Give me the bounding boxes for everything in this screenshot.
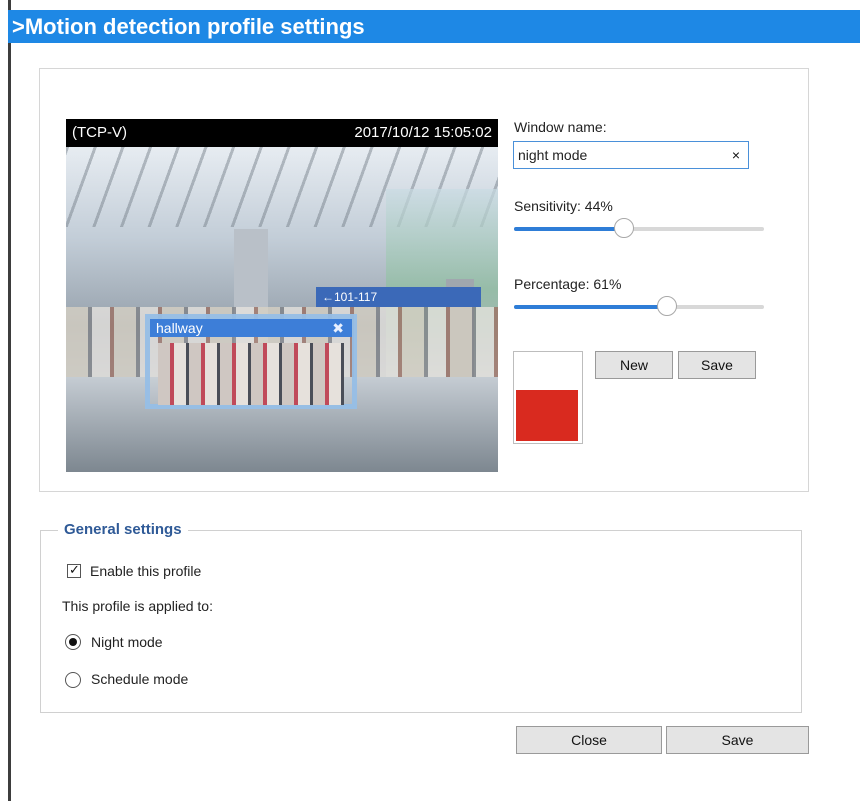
video-header: (TCP-V) 2017/10/12 15:05:02: [66, 119, 498, 147]
new-window-button[interactable]: New: [595, 351, 673, 379]
close-button[interactable]: Close: [516, 726, 662, 754]
sensitivity-fill: [514, 227, 624, 231]
schedule-mode-radio[interactable]: [65, 672, 81, 688]
motion-window-title[interactable]: hallway ✖: [150, 319, 352, 337]
color-swatch: [513, 351, 583, 444]
scene-sign: ←101-117: [316, 287, 481, 307]
page-title: >Motion detection profile settings: [8, 10, 860, 43]
schedule-mode-label: Schedule mode: [91, 671, 189, 687]
camera-label: (TCP-V): [72, 124, 127, 141]
percentage-thumb[interactable]: [657, 296, 677, 316]
night-mode-label: Night mode: [91, 634, 163, 650]
percentage-label: Percentage: 61%: [514, 276, 622, 292]
radio-selected-dot: [69, 638, 77, 646]
sensitivity-label: Sensitivity: 44%: [514, 198, 613, 214]
camera-preview[interactable]: ←101-117 (TCP-V) 2017/10/12 15:05:02: [66, 119, 498, 472]
sensitivity-slider[interactable]: [514, 218, 764, 238]
window-name-input[interactable]: night mode ×: [513, 141, 749, 169]
move-icon[interactable]: ✖: [332, 320, 344, 336]
enable-profile-label: Enable this profile: [90, 563, 202, 579]
percentage-fill: [514, 305, 667, 309]
percentage-slider[interactable]: [514, 296, 764, 316]
motion-window-name: hallway: [156, 320, 203, 336]
night-mode-radio[interactable]: [65, 634, 81, 650]
clear-icon[interactable]: ×: [732, 142, 740, 168]
timestamp: 2017/10/12 15:05:02: [354, 124, 492, 141]
window-name-label: Window name:: [514, 119, 607, 135]
color-swatch-fill: [516, 390, 578, 441]
left-border: [8, 0, 11, 801]
check-icon: ✓: [69, 562, 80, 577]
applied-to-label: This profile is applied to:: [62, 598, 213, 614]
motion-window-area[interactable]: [158, 343, 344, 405]
sensitivity-thumb[interactable]: [614, 218, 634, 238]
save-button[interactable]: Save: [666, 726, 809, 754]
enable-profile-checkbox[interactable]: ✓: [67, 562, 81, 578]
motion-window[interactable]: hallway ✖: [145, 314, 357, 409]
general-settings-legend: General settings: [58, 520, 188, 540]
window-name-value: night mode: [518, 147, 588, 163]
save-window-button[interactable]: Save: [678, 351, 756, 379]
